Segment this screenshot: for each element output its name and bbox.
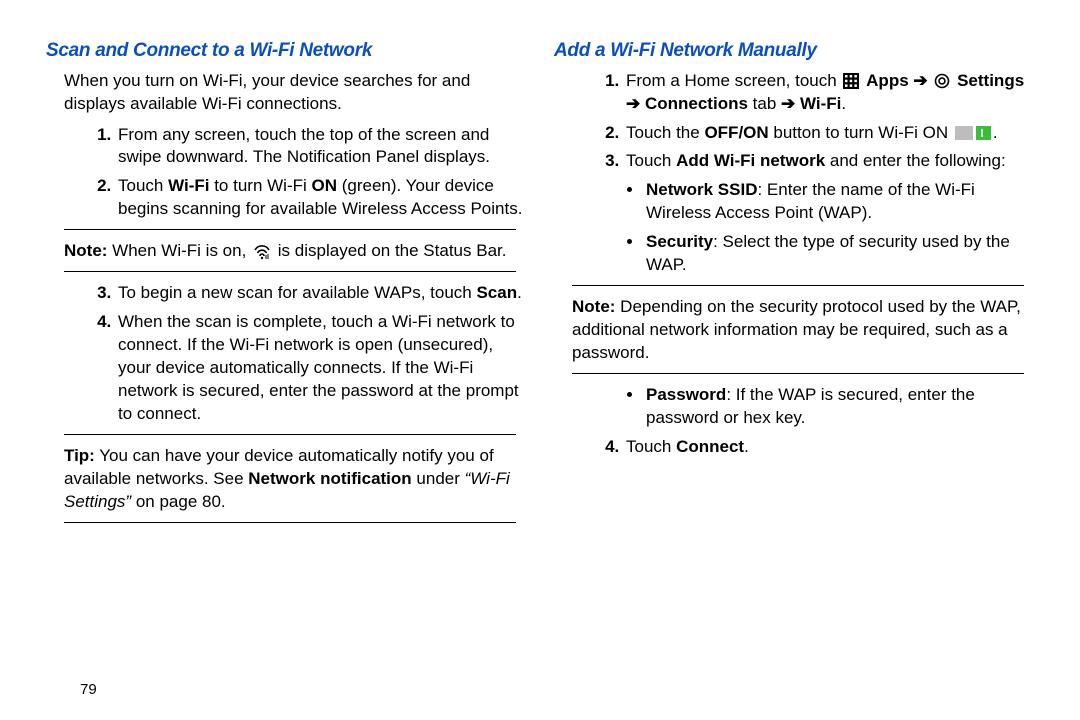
bullet-security: Security: Select the type of security us… [644, 231, 1034, 277]
right-column: Add a Wi-Fi Network Manually From a Home… [554, 38, 1034, 533]
step-3: To begin a new scan for available WAPs, … [116, 282, 526, 305]
settings-gear-icon [934, 73, 950, 89]
section-heading-add: Add a Wi-Fi Network Manually [554, 38, 1034, 64]
divider [64, 229, 516, 230]
intro-paragraph: When you turn on Wi-Fi, your device sear… [64, 70, 526, 116]
wifi-icon [253, 244, 271, 260]
bullet-ssid: Network SSID: Enter the name of the Wi-F… [644, 179, 1034, 225]
steps-list-right: From a Home screen, touch Apps ➔ Setting… [554, 70, 1034, 174]
rstep-2: Touch the OFF/ON button to turn Wi-Fi ON… [624, 122, 1034, 145]
manual-page: Scan and Connect to a Wi-Fi Network When… [0, 0, 1080, 543]
bullet-list-2: Password: If the WAP is secured, enter t… [554, 384, 1034, 430]
divider [572, 373, 1024, 374]
divider [572, 285, 1024, 286]
left-column: Scan and Connect to a Wi-Fi Network When… [46, 38, 526, 533]
bullet-password: Password: If the WAP is secured, enter t… [644, 384, 1034, 430]
note-wifi-statusbar: Note: When Wi-Fi is on, is displayed on … [64, 240, 516, 263]
steps-list-right-4: Touch Connect. [554, 436, 1034, 459]
apps-grid-icon [843, 73, 859, 89]
rstep-3: Touch Add Wi-Fi network and enter the fo… [624, 150, 1034, 173]
step-1: From any screen, touch the top of the sc… [116, 124, 526, 170]
bullet-list-1: Network SSID: Enter the name of the Wi-F… [554, 179, 1034, 277]
page-number: 79 [80, 680, 97, 700]
step-4: When the scan is complete, touch a Wi-Fi… [116, 311, 526, 426]
steps-list-34: To begin a new scan for available WAPs, … [46, 282, 526, 426]
note-security-protocol: Note: Depending on the security protocol… [572, 296, 1024, 365]
section-heading-scan: Scan and Connect to a Wi-Fi Network [46, 38, 526, 64]
divider [64, 522, 516, 523]
step-2: Touch Wi-Fi to turn Wi-Fi ON (green). Yo… [116, 175, 526, 221]
rstep-1: From a Home screen, touch Apps ➔ Setting… [624, 70, 1034, 116]
divider [64, 271, 516, 272]
divider [64, 434, 516, 435]
steps-list-12: From any screen, touch the top of the sc… [46, 124, 526, 222]
tip-block: Tip: You can have your device automatica… [64, 445, 516, 514]
toggle-on-icon [955, 125, 991, 141]
rstep-4: Touch Connect. [624, 436, 1034, 459]
